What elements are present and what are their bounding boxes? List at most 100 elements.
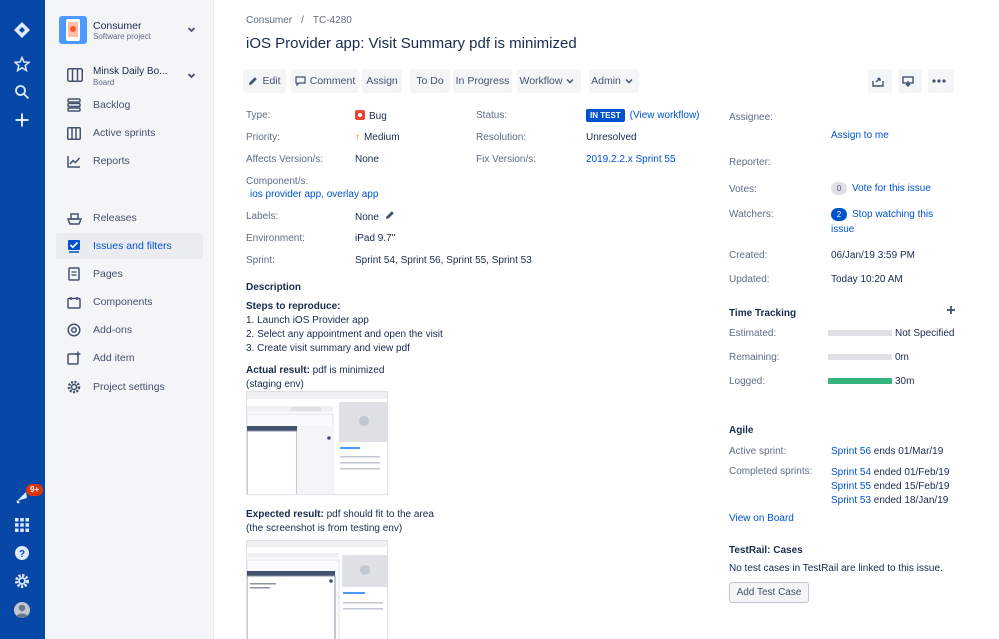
priority-value[interactable]: ↑ Medium (355, 132, 400, 143)
export-button[interactable] (898, 69, 922, 93)
sidebar-item-project-settings[interactable]: Project settings (56, 374, 203, 400)
chevron-down-icon[interactable] (187, 71, 196, 82)
vote-link[interactable]: Vote for this issue (852, 183, 931, 194)
board-columns-icon (66, 125, 82, 141)
active-sprint-link[interactable]: Sprint 56 (831, 446, 871, 457)
create-plus-icon[interactable] (11, 109, 33, 131)
admin-label: Admin (591, 75, 621, 87)
component-icon (66, 294, 82, 310)
sidebar-item-issues-and-filters[interactable]: Issues and filters (56, 233, 203, 259)
project-switcher[interactable]: Consumer Software project (59, 16, 209, 46)
logged-label: Logged: (729, 376, 766, 387)
view-workflow-link[interactable]: (View workflow) (630, 110, 700, 121)
chevron-down-icon[interactable] (187, 25, 196, 36)
status-label: Status: (476, 110, 508, 121)
expected-result-note: (the screenshot is from testing env) (246, 523, 403, 534)
in-progress-button[interactable]: In Progress (453, 69, 512, 93)
completed-sprints-label: Completed sprints: (729, 466, 813, 477)
status-lozenge[interactable]: IN TEST (586, 109, 625, 122)
help-icon[interactable]: ? (11, 542, 33, 564)
votes-value: 0 Vote for this issue (831, 182, 931, 195)
sidebar-item-active-sprints[interactable]: Active sprints (56, 120, 203, 146)
affects-versions-value[interactable]: None (355, 154, 379, 165)
settings-gear-icon[interactable] (11, 570, 33, 592)
workflow-dropdown[interactable]: Workflow (517, 69, 581, 93)
add-test-case-button[interactable]: Add Test Case (729, 582, 809, 603)
sidebar-item-label: Active sprints (93, 127, 156, 139)
attachment-thumbnail-expected[interactable] (246, 540, 388, 639)
actual-result: Actual result: pdf is minimized (staging… (246, 364, 384, 392)
search-icon[interactable] (11, 81, 33, 103)
to-do-button[interactable]: To Do (410, 69, 450, 93)
expected-result-text: pdf should fit to the area (323, 509, 434, 520)
star-icon[interactable] (11, 53, 33, 75)
stop-watching-link[interactable]: Stop watching this (852, 209, 933, 220)
sidebar-item-releases[interactable]: Releases (56, 205, 203, 231)
board-type: Board (93, 78, 115, 87)
sidebar-item-components[interactable]: Components (56, 289, 203, 315)
admin-dropdown[interactable]: Admin (589, 69, 639, 93)
labels-value[interactable]: None (355, 210, 395, 223)
sidebar-item-add-item[interactable]: Add item (56, 345, 203, 371)
breadcrumb-separator: / (301, 15, 304, 26)
edit-button[interactable]: Edit (243, 69, 286, 93)
sidebar-item-label: Issues and filters (93, 240, 172, 252)
sprint-link[interactable]: Sprint 54 (831, 467, 871, 478)
resolution-value: Unresolved (586, 132, 637, 143)
type-value[interactable]: Bug (355, 110, 387, 122)
logged-value: 30m (895, 376, 915, 387)
comment-icon (295, 76, 306, 86)
app-switcher-icon[interactable] (11, 514, 33, 536)
view-on-board-link[interactable]: View on Board (729, 513, 794, 524)
sidebar-item-reports[interactable]: Reports (56, 148, 203, 174)
more-actions-button[interactable] (928, 69, 954, 93)
sprint-link[interactable]: Sprint 53 (831, 495, 871, 506)
comment-button[interactable]: Comment (291, 69, 359, 93)
reports-chart-icon (66, 153, 82, 169)
labels-label: Labels: (246, 211, 279, 222)
share-button[interactable] (868, 69, 892, 93)
user-avatar[interactable] (11, 599, 33, 621)
watchers-label: Watchers: (729, 209, 774, 220)
stop-watching-link-continued[interactable]: issue (831, 224, 854, 235)
actual-result-note: (staging env) (246, 379, 304, 390)
completed-sprint-item: Sprint 53 ended 18/Jan/19 (831, 494, 949, 508)
sidebar-item-add-ons[interactable]: Add-ons (56, 317, 203, 343)
fix-versions-label: Fix Version/s: (476, 154, 537, 165)
svg-text:?: ? (19, 549, 25, 560)
active-sprint-ends: ends 01/Mar/19 (871, 446, 944, 457)
issue-title[interactable]: iOS Provider app: Visit Summary pdf is m… (246, 35, 577, 52)
assignee-label: Assignee: (729, 112, 773, 123)
sidebar-item-label: Releases (93, 212, 137, 224)
estimated-bar (828, 330, 892, 336)
testrail-heading: TestRail: Cases (729, 545, 803, 556)
remaining-bar (828, 354, 892, 360)
step-item: 3. Create visit summary and view pdf (246, 343, 410, 354)
settings-gear-icon (66, 379, 82, 395)
issue-view: Consumer / TC-4280 iOS Provider app: Visit… (214, 0, 999, 639)
sprint-value[interactable]: Sprint 54, Sprint 56, Sprint 55, Sprint … (355, 255, 532, 266)
attachment-thumbnail-actual[interactable] (246, 391, 388, 495)
pencil-icon[interactable] (385, 210, 395, 220)
sprint-link[interactable]: Sprint 55 (831, 481, 871, 492)
breadcrumb-project-link[interactable]: Consumer (246, 15, 292, 26)
assign-button[interactable]: Assign (362, 69, 402, 93)
fix-versions-value[interactable]: 2019.2.2.x Sprint 55 (586, 154, 676, 165)
board-switcher[interactable]: Minsk Daily Bo... Board (59, 64, 209, 90)
sprint-label: Sprint: (246, 255, 275, 266)
status-value: IN TEST (View workflow) (586, 109, 700, 122)
issues-icon (66, 238, 82, 254)
sidebar-item-backlog[interactable]: Backlog (56, 92, 203, 118)
description-body[interactable]: Steps to reproduce: 1. Launch iOS Provid… (246, 300, 443, 356)
components-value[interactable]: ios provider app, overlay app (250, 189, 378, 200)
notifications-badge: 9+ (26, 484, 44, 496)
bug-icon (355, 110, 365, 120)
add-time-plus-icon[interactable] (946, 305, 956, 318)
jira-logo-icon[interactable] (11, 19, 33, 41)
breadcrumb-issue-key-link[interactable]: TC-4280 (313, 15, 352, 26)
sidebar-item-pages[interactable]: Pages (56, 261, 203, 287)
export-icon (902, 75, 914, 87)
ship-icon (66, 210, 82, 226)
assign-to-me-link[interactable]: Assign to me (831, 130, 889, 141)
environment-value[interactable]: iPad 9.7" (355, 233, 395, 244)
